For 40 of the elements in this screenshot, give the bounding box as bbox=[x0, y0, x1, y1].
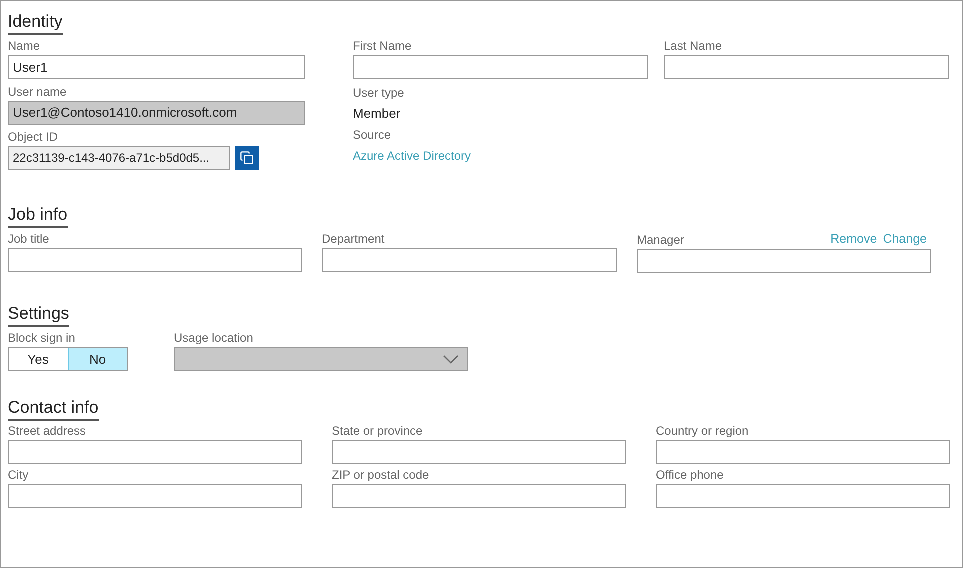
copy-icon bbox=[240, 151, 254, 165]
section-heading: Job info bbox=[8, 204, 68, 228]
chevron-down-icon bbox=[443, 354, 459, 364]
field-label: Country or region bbox=[656, 423, 750, 440]
field-label: Department bbox=[322, 231, 385, 248]
field-label: State or province bbox=[332, 423, 424, 440]
field-label: Usage location bbox=[174, 330, 254, 348]
field-label: User type bbox=[353, 84, 406, 102]
field-label: User name bbox=[8, 84, 68, 100]
field-label: First Name bbox=[353, 38, 413, 55]
field-label: Office phone bbox=[656, 466, 725, 484]
toggle-option[interactable]: No bbox=[68, 348, 127, 370]
field-label: Job title bbox=[8, 231, 50, 248]
text-field[interactable]: 22c31139-c143-4076-a71c-b5d0d5... bbox=[8, 146, 230, 170]
text-field[interactable] bbox=[353, 55, 648, 79]
text-field[interactable] bbox=[656, 484, 950, 508]
text-field[interactable] bbox=[322, 248, 617, 272]
field-label: Last Name bbox=[664, 38, 724, 55]
field-label: Source bbox=[353, 126, 392, 144]
field-label: Object ID bbox=[8, 129, 60, 146]
field-label: Manager bbox=[637, 232, 684, 249]
field-label: Name bbox=[8, 38, 42, 55]
section-heading: Contact info bbox=[8, 397, 99, 422]
section-heading: Identity bbox=[8, 11, 63, 35]
field-label: City bbox=[8, 466, 30, 484]
text-field[interactable] bbox=[8, 248, 302, 272]
text-field[interactable] bbox=[656, 440, 950, 464]
text-field[interactable] bbox=[8, 484, 302, 508]
text-field[interactable] bbox=[332, 484, 626, 508]
text-field[interactable] bbox=[8, 440, 302, 464]
text-field[interactable] bbox=[664, 55, 949, 79]
copy-button[interactable] bbox=[235, 146, 259, 170]
field-label: Block sign in bbox=[8, 330, 76, 348]
text-field[interactable] bbox=[637, 248, 931, 273]
text-field[interactable] bbox=[332, 440, 626, 464]
user-type-value: Member bbox=[353, 104, 402, 122]
field-label: ZIP or postal code bbox=[332, 466, 430, 484]
text-field[interactable]: User1 bbox=[8, 55, 305, 79]
field-label: Street address bbox=[8, 423, 88, 440]
section-heading: Settings bbox=[8, 303, 70, 328]
